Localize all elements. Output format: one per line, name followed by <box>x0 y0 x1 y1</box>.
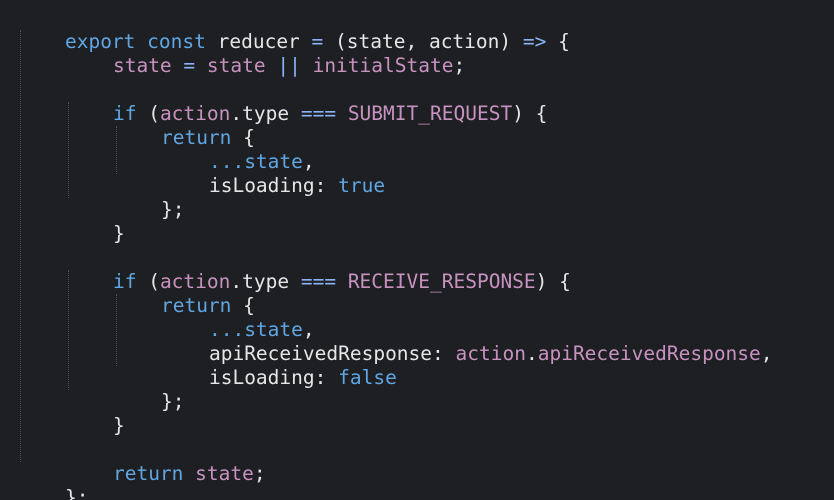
code-line-7[interactable]: isLoading: true <box>162 150 385 197</box>
indent-guide <box>20 30 21 462</box>
code-line-9[interactable]: } <box>66 198 125 245</box>
variable: state <box>183 462 254 485</box>
operator: === <box>300 270 337 293</box>
code-editor[interactable]: export const reducer = (state, action) =… <box>0 0 834 500</box>
code-line-5[interactable]: return { <box>114 102 255 149</box>
object-key: isLoading: <box>208 174 327 197</box>
code-line-4[interactable]: if (action.type === SUBMIT_REQUEST) { <box>66 78 547 125</box>
object-key: isLoading: <box>208 366 327 389</box>
code-line-6[interactable]: ...state, <box>162 126 315 173</box>
code-line-15[interactable]: isLoading: false <box>162 342 397 389</box>
code-line-19[interactable]: return state; <box>66 438 266 485</box>
variable: state <box>112 54 172 77</box>
variable: action <box>443 342 526 365</box>
code-line-2[interactable]: state = state || initialState; <box>66 30 465 77</box>
constant: RECEIVE_RESPONSE <box>336 270 536 293</box>
code-line-16[interactable]: }; <box>114 366 184 413</box>
code-line-20[interactable]: }; <box>18 462 88 500</box>
code-line-14[interactable]: apiReceivedResponse: action.apiReceivedR… <box>162 318 773 365</box>
keyword-return: return <box>112 462 184 485</box>
code-line-1[interactable]: export const reducer = (state, action) =… <box>18 6 570 53</box>
constant: SUBMIT_REQUEST <box>336 102 513 125</box>
code-line-17[interactable]: } <box>66 390 125 437</box>
boolean-value: false <box>326 366 397 389</box>
code-line-8[interactable]: }; <box>114 174 184 221</box>
variable: state <box>206 54 266 77</box>
semicolon: ; <box>453 54 466 77</box>
brace: { <box>546 30 570 53</box>
code-line-11[interactable]: if (action.type === RECEIVE_RESPONSE) { <box>66 246 571 293</box>
variable: initialState <box>312 54 454 77</box>
operator: === <box>300 102 337 125</box>
arrow-operator: => <box>522 30 547 53</box>
operator: || <box>265 54 313 77</box>
operator: = <box>171 54 207 77</box>
property: apiReceivedResponse <box>537 342 761 365</box>
boolean-value: true <box>326 174 386 197</box>
code-line-13[interactable]: ...state, <box>162 294 315 341</box>
code-line-12[interactable]: return { <box>114 270 255 317</box>
